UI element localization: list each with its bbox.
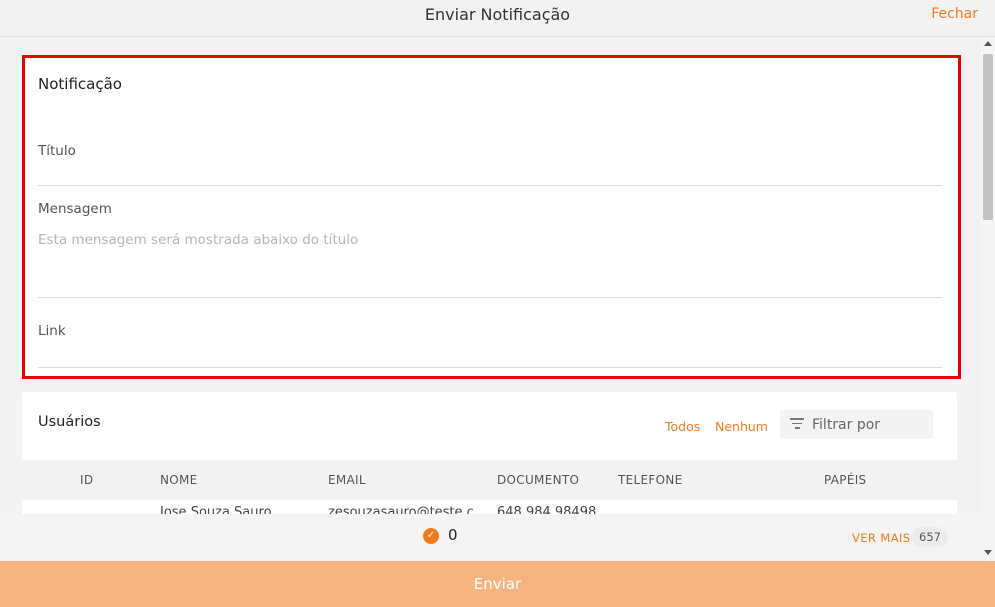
selected-count: 0: [448, 526, 458, 544]
vertical-scrollbar[interactable]: [981, 37, 995, 561]
selection-footer: ✓ 0 VER MAIS 657: [0, 514, 981, 561]
column-header-papeis[interactable]: PAPÉIS: [824, 473, 866, 487]
filter-input[interactable]: [812, 410, 927, 439]
message-field-placeholder: Esta mensagem será mostrada abaixo do tí…: [38, 232, 359, 248]
title-field[interactable]: Título: [38, 138, 942, 186]
check-icon: ✓: [423, 528, 439, 544]
scroll-down-icon[interactable]: [984, 550, 992, 555]
see-more-button[interactable]: VER MAIS: [852, 531, 910, 545]
column-header-documento[interactable]: DOCUMENTO: [497, 473, 579, 487]
select-all-button[interactable]: Todos: [665, 419, 700, 434]
total-count-badge: 657: [912, 527, 948, 547]
filter-icon: [790, 418, 804, 430]
link-field[interactable]: Link: [38, 320, 942, 368]
modal-header: Enviar Notificação Fechar: [0, 0, 995, 37]
close-button[interactable]: Fechar: [931, 6, 978, 22]
notification-section-title: Notificação: [38, 75, 122, 93]
message-field-label: Mensagem: [38, 201, 112, 217]
users-section-title: Usuários: [38, 414, 101, 430]
column-header-email[interactable]: EMAIL: [328, 473, 366, 487]
modal-title: Enviar Notificação: [424, 5, 571, 24]
scroll-up-icon[interactable]: [984, 41, 992, 46]
modal-body: Notificação Título Mensagem Esta mensage…: [0, 37, 981, 561]
column-header-telefone[interactable]: TELEFONE: [618, 473, 683, 487]
filter-box[interactable]: [780, 410, 933, 439]
message-field[interactable]: Mensagem Esta mensagem será mostrada aba…: [38, 198, 942, 298]
users-table-header: ID NOME EMAIL DOCUMENTO TELEFONE PAPÉIS: [22, 460, 957, 500]
title-field-label: Título: [38, 143, 76, 159]
notification-form-card: Notificação Título Mensagem Esta mensage…: [22, 55, 961, 379]
scrollbar-thumb[interactable]: [983, 54, 993, 220]
column-header-nome[interactable]: NOME: [160, 473, 198, 487]
column-header-id[interactable]: ID: [80, 473, 93, 487]
select-none-button[interactable]: Nenhum: [715, 419, 768, 434]
table-row[interactable]: Jose Souza Sauro zesouzasauro@teste.c 64…: [22, 500, 957, 515]
send-button[interactable]: Enviar: [0, 561, 995, 607]
link-field-label: Link: [38, 323, 66, 339]
